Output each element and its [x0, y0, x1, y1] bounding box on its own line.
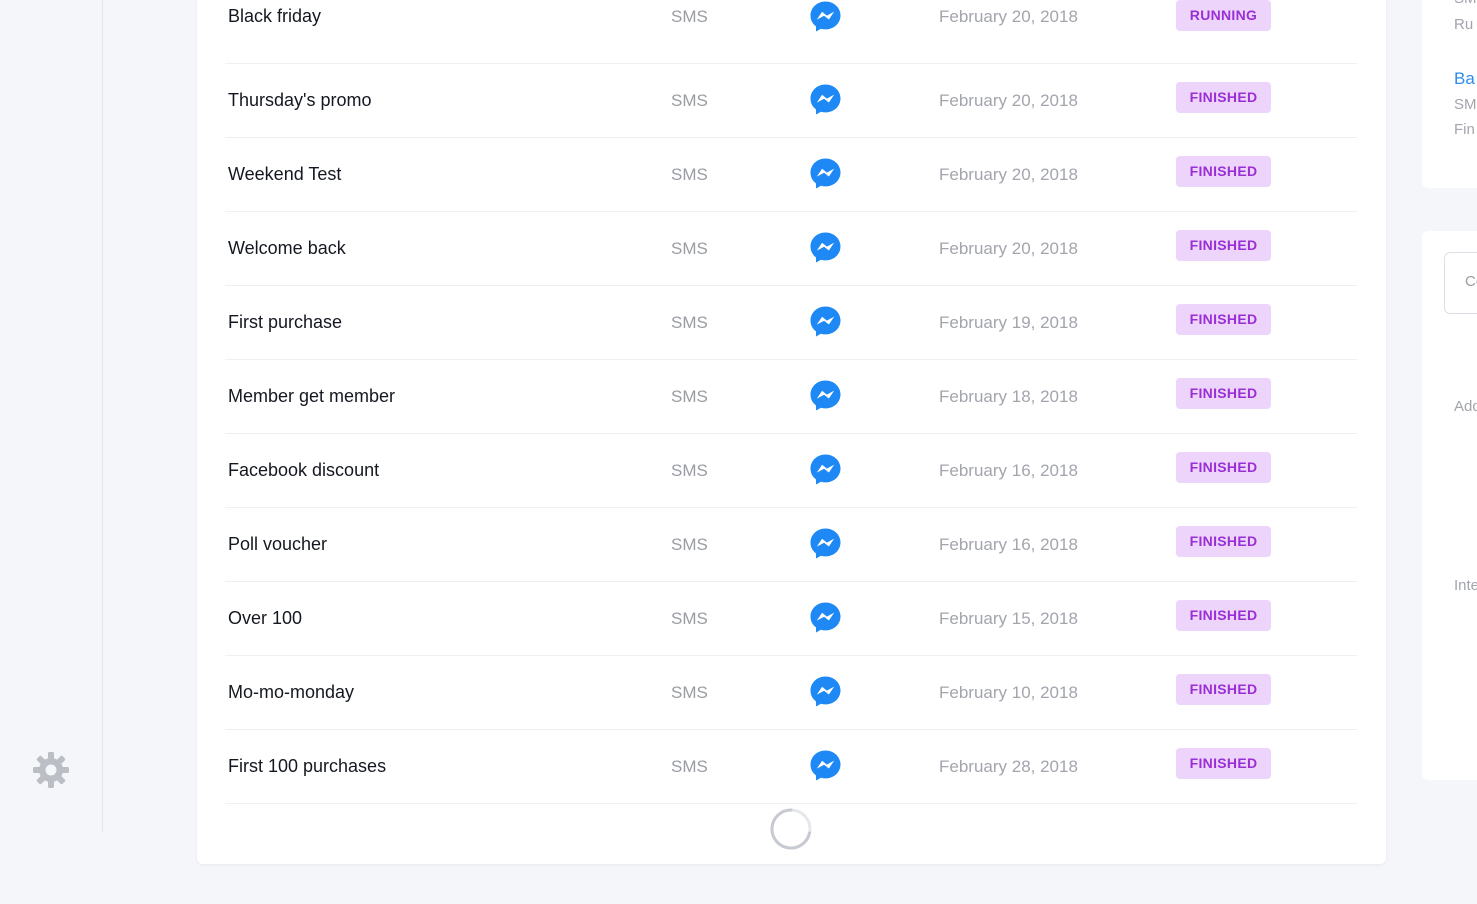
campaign-channel: SMS [671, 757, 708, 776]
campaign-channel: SMS [671, 239, 708, 258]
side-label-interval: Inte [1454, 577, 1477, 594]
campaign-date: February 16, 2018 [939, 461, 1078, 480]
campaign-row[interactable]: Thursday's promo SMS February 20, 2018 F… [225, 64, 1357, 138]
side-label-add: Add [1454, 398, 1477, 415]
campaign-date: February 20, 2018 [939, 91, 1078, 110]
status-badge: FINISHED [1176, 156, 1271, 187]
campaign-row[interactable]: Weekend Test SMS February 20, 2018 FINIS… [225, 138, 1357, 212]
status-badge: FINISHED [1176, 600, 1271, 631]
campaign-name: Poll voucher [228, 534, 328, 554]
side-campaign-link[interactable]: Ba [1454, 69, 1475, 89]
campaign-date: February 15, 2018 [939, 609, 1078, 628]
campaign-channel: SMS [671, 461, 708, 480]
status-badge: RUNNING [1176, 0, 1271, 31]
campaign-name: First purchase [228, 312, 343, 332]
campaign-date: February 20, 2018 [939, 165, 1078, 184]
messenger-icon [810, 380, 841, 411]
campaign-name: Facebook discount [228, 460, 380, 480]
campaigns-list: Black friday SMS February 20, 2018 RUNNI… [225, 0, 1357, 804]
side-campaign-status: Fin [1454, 121, 1475, 138]
messenger-icon [810, 528, 841, 559]
campaign-row[interactable]: Black friday SMS February 20, 2018 RUNNI… [225, 0, 1357, 64]
campaign-channel: SMS [671, 7, 708, 26]
gear-icon[interactable] [30, 749, 72, 791]
campaign-row[interactable]: Mo-mo-monday SMS February 10, 2018 FINIS… [225, 656, 1357, 730]
side-channel-text: SM [1454, 0, 1477, 7]
status-badge: FINISHED [1176, 304, 1271, 335]
messenger-icon [810, 306, 841, 337]
status-badge: FINISHED [1176, 526, 1271, 557]
side-campaign-channel: SM [1454, 96, 1477, 113]
campaign-row[interactable]: First 100 purchases SMS February 28, 201… [225, 730, 1357, 804]
spinner-icon [770, 808, 812, 850]
campaign-channel: SMS [671, 91, 708, 110]
campaign-date: February 18, 2018 [939, 387, 1078, 406]
status-badge: FINISHED [1176, 674, 1271, 705]
campaign-channel: SMS [671, 313, 708, 332]
left-sidebar [0, 0, 103, 832]
campaign-name: Thursday's promo [228, 90, 372, 110]
campaign-date: February 16, 2018 [939, 535, 1078, 554]
status-badge: FINISHED [1176, 82, 1271, 113]
status-badge: FINISHED [1176, 378, 1271, 409]
messenger-icon [810, 1, 841, 32]
status-badge: FINISHED [1176, 230, 1271, 261]
campaign-row[interactable]: First purchase SMS February 19, 2018 FIN… [225, 286, 1357, 360]
campaign-channel: SMS [671, 165, 708, 184]
campaign-row[interactable]: Facebook discount SMS February 16, 2018 … [225, 434, 1357, 508]
campaigns-card: Black friday SMS February 20, 2018 RUNNI… [197, 0, 1386, 864]
campaign-row[interactable]: Welcome back SMS February 20, 2018 FINIS… [225, 212, 1357, 286]
messenger-icon [810, 454, 841, 485]
status-badge: FINISHED [1176, 748, 1271, 779]
messenger-icon [810, 158, 841, 189]
campaign-name: Over 100 [228, 608, 303, 628]
messenger-icon [810, 750, 841, 781]
side-text-input[interactable]: Co [1444, 252, 1477, 314]
campaign-date: February 28, 2018 [939, 757, 1078, 776]
campaign-name: Black friday [228, 6, 322, 26]
campaign-row[interactable]: Over 100 SMS February 15, 2018 FINISHED [225, 582, 1357, 656]
campaign-date: February 20, 2018 [939, 239, 1078, 258]
campaign-date: February 10, 2018 [939, 683, 1078, 702]
campaign-name: Weekend Test [228, 164, 342, 184]
campaign-channel: SMS [671, 683, 708, 702]
campaign-name: Member get member [228, 386, 396, 406]
messenger-icon [810, 676, 841, 707]
campaign-row[interactable]: Member get member SMS February 18, 2018 … [225, 360, 1357, 434]
side-input-placeholder: Co [1465, 273, 1477, 290]
messenger-icon [810, 602, 841, 633]
messenger-icon [810, 84, 841, 115]
status-badge: FINISHED [1176, 452, 1271, 483]
campaign-channel: SMS [671, 387, 708, 406]
campaign-name: First 100 purchases [228, 756, 387, 776]
campaign-date: February 19, 2018 [939, 313, 1078, 332]
campaign-channel: SMS [671, 535, 708, 554]
campaign-name: Welcome back [228, 238, 346, 258]
messenger-icon [810, 232, 841, 263]
campaign-name: Mo-mo-monday [228, 682, 355, 702]
campaign-date: February 20, 2018 [939, 7, 1078, 26]
campaign-channel: SMS [671, 609, 708, 628]
side-status-text: Ru [1454, 16, 1474, 33]
campaign-row[interactable]: Poll voucher SMS February 16, 2018 FINIS… [225, 508, 1357, 582]
